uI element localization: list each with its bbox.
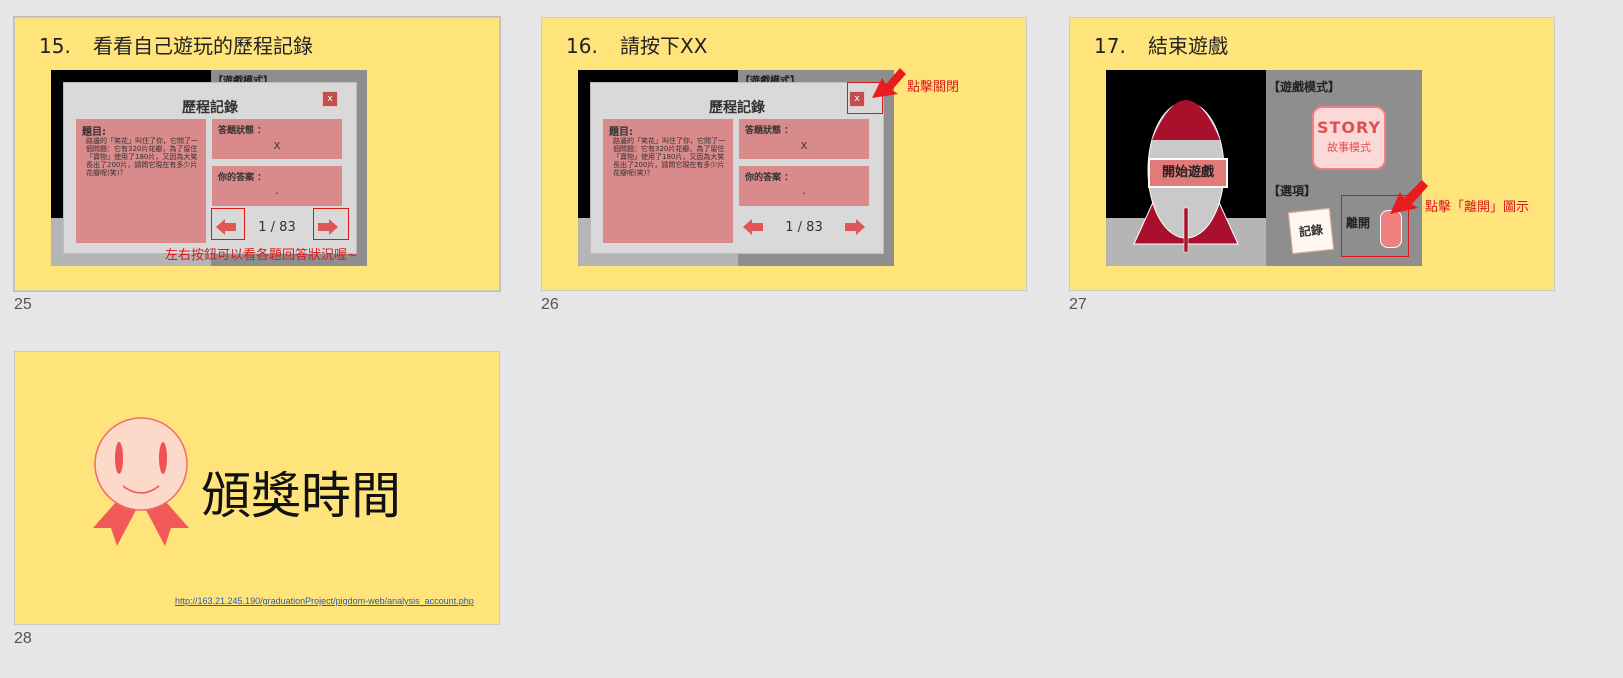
- slide-number: 27: [1069, 296, 1087, 313]
- slide-title: 頒獎時間: [201, 467, 401, 525]
- question-text: 路邊的「笑花」叫住了你，它問了一個問題：它有320片花瓣，為了留住「寶物」使用了…: [613, 137, 725, 177]
- story-mode-title: STORY: [1316, 118, 1382, 137]
- slide-title-text: 結束遊戲: [1148, 34, 1228, 58]
- slide-thumbnail-25[interactable]: 15.看看自己遊玩的歷程記錄 【遊戲模式】 歷程記錄 x 題目: 路邊的「笑花」…: [13, 16, 501, 292]
- question-text: 路邊的「笑花」叫住了你，它問了一個問題：它有320片花瓣，為了留住「寶物」使用了…: [86, 137, 198, 177]
- highlight-right-arrow: [313, 208, 349, 240]
- answer-label: 你的答案 ：: [745, 173, 794, 183]
- status-panel: 答題狀態 ： X: [212, 119, 342, 159]
- start-game-button[interactable]: 開始遊戲: [1148, 158, 1228, 188]
- slide-thumbnail-27[interactable]: 17. 結束遊戲 開始遊戲 【遊戲模式】 STORY 故事模式 【選項】 記錄 離…: [1069, 17, 1555, 291]
- slide-thumbnail-26[interactable]: 16.請按下XX 【遊戲模式】 歷程記錄 x 題目: 路邊的「笑花」叫住了你，它…: [541, 17, 1027, 291]
- medal-icon: [93, 417, 189, 546]
- status-label: 答題狀態 ：: [745, 126, 794, 136]
- slide-number: 26: [541, 296, 559, 313]
- arrow-right-icon[interactable]: [845, 219, 865, 235]
- answer-panel: 你的答案 ： -: [739, 166, 869, 206]
- question-label: 題目:: [609, 127, 633, 138]
- slide-title-number: 16.: [566, 34, 598, 58]
- slide-thumbnail-28[interactable]: 頒獎時間 http://163.21.245.190/graduationPro…: [14, 351, 500, 625]
- answer-value: -: [802, 188, 806, 199]
- answer-value: -: [275, 188, 279, 199]
- history-dialog: 歷程記錄 x 題目: 路邊的「笑花」叫住了你，它問了一個問題：它有320片花瓣，…: [590, 82, 884, 254]
- annotation-note: 點擊「離開」圖示: [1425, 200, 1530, 215]
- story-mode-subtitle: 故事模式: [1327, 141, 1371, 154]
- mode-label: 【遊戲模式】: [1268, 80, 1341, 94]
- status-label: 答題狀態 ：: [218, 126, 267, 136]
- slide-title: 15. 看看自己遊玩的歷程記錄: [39, 30, 313, 59]
- slide-title: 16. 請按下XX: [566, 30, 707, 59]
- answer-panel: 你的答案 ： -: [212, 166, 342, 206]
- slide-title-number: 17.: [1094, 34, 1126, 58]
- status-value: X: [273, 141, 281, 152]
- record-button[interactable]: 記錄: [1287, 207, 1335, 255]
- dialog-title: 歷程記錄: [182, 100, 238, 116]
- annotation-note: 點擊關閉: [907, 80, 960, 95]
- close-button[interactable]: x: [322, 91, 338, 107]
- question-panel: 題目: 路邊的「笑花」叫住了你，它問了一個問題：它有320片花瓣，為了留住「寶物…: [76, 119, 206, 243]
- options-label: 【選項】: [1268, 184, 1317, 198]
- slide-title-number: 15.: [39, 34, 71, 58]
- slide-number: 28: [14, 630, 32, 647]
- answer-label: 你的答案 ：: [218, 173, 267, 183]
- dialog-title: 歷程記錄: [709, 100, 765, 116]
- story-mode-button[interactable]: STORY 故事模式: [1312, 106, 1386, 170]
- status-panel: 答題狀態 ： X: [739, 119, 869, 159]
- hyperlink[interactable]: http://163.21.245.190/graduationProject/…: [175, 596, 474, 606]
- slide-number: 25: [14, 296, 32, 313]
- slide-title: 17. 結束遊戲: [1094, 30, 1228, 59]
- pager: 1 / 83: [739, 213, 869, 243]
- highlight-left-arrow: [211, 208, 245, 240]
- question-label: 題目:: [82, 127, 106, 138]
- question-panel: 題目: 路邊的「笑花」叫住了你，它問了一個問題：它有320片花瓣，為了留住「寶物…: [603, 119, 733, 243]
- slide-title-text: 看看自己遊玩的歷程記錄: [93, 34, 313, 58]
- slide-title-text: 請按下XX: [620, 34, 708, 58]
- pointer-arrow-icon: [872, 68, 906, 98]
- annotation-note: 左右按鈕可以看各題回答狀況喔~: [165, 248, 358, 263]
- status-value: X: [800, 141, 808, 152]
